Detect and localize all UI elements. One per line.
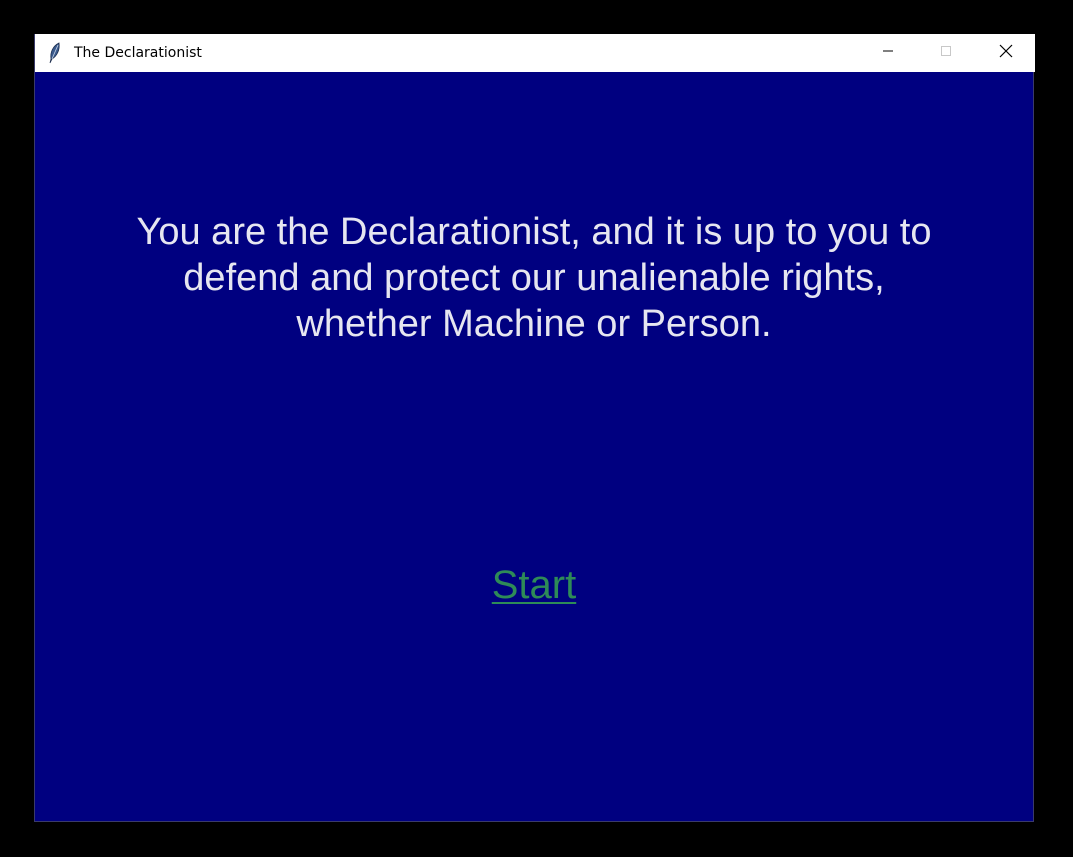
close-button[interactable] [977,34,1035,72]
close-icon [999,44,1013,63]
start-link[interactable]: Start [492,563,576,607]
maximize-icon [940,44,952,62]
maximize-button[interactable] [917,34,975,72]
minimize-icon [882,44,894,62]
game-canvas: You are the Declarationist, and it is up… [35,72,1033,821]
minimize-button[interactable] [859,34,917,72]
window-title: The Declarationist [74,45,202,61]
title-bar[interactable]: The Declarationist [35,34,1035,72]
start-container: Start [35,563,1033,608]
app-window: The Declarationist You are the Declarati… [34,34,1035,822]
feather-icon [47,42,63,64]
intro-text: You are the Declarationist, and it is up… [136,211,932,345]
